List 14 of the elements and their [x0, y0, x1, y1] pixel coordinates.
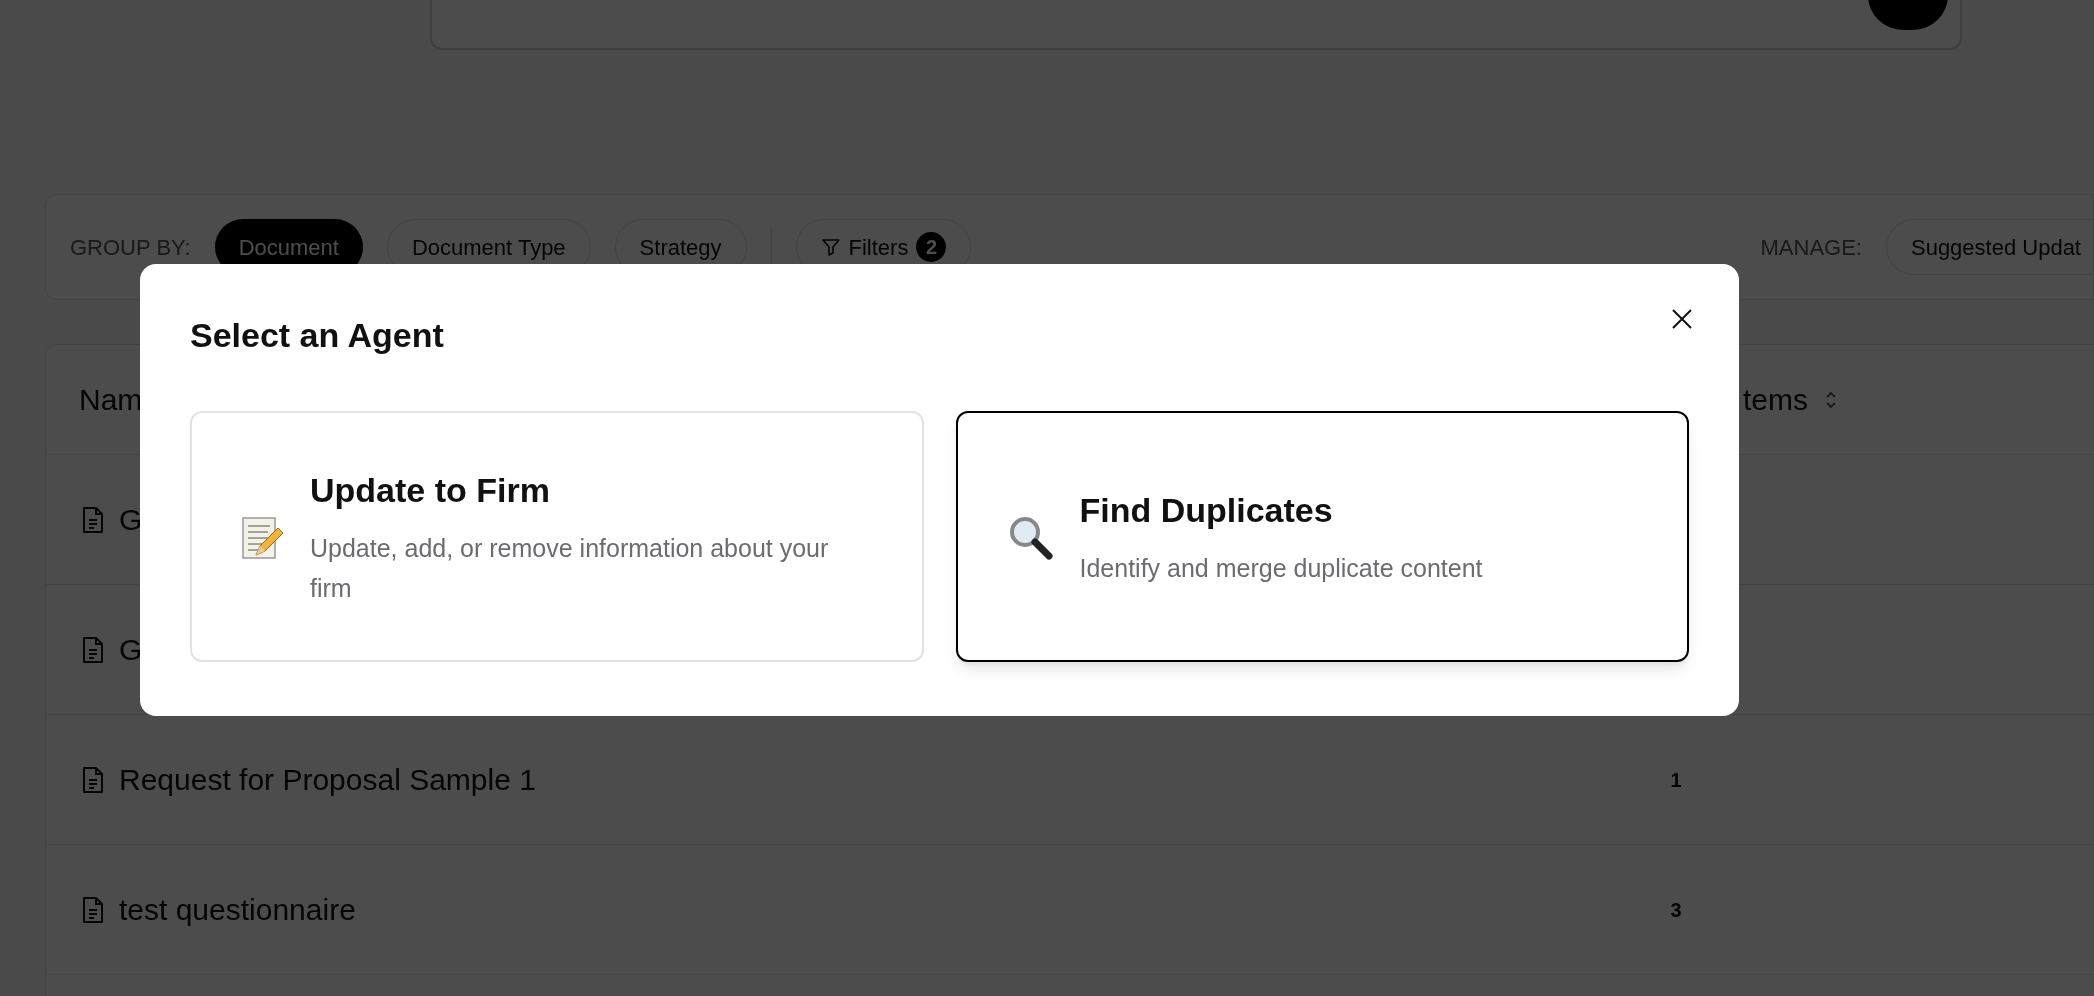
item-count: 3	[1669, 897, 1683, 923]
dialog-title: Select an Agent	[190, 315, 444, 356]
item-count: 1	[1669, 767, 1683, 793]
column-header: Nam	[79, 383, 143, 416]
agent-card[interactable]: Update to Firm Update, add, or remove information about your firm	[190, 411, 924, 662]
document-name: Request for Proposal Sample 1	[119, 762, 536, 798]
agent-title: Find Duplicates	[1079, 490, 1334, 531]
document-name: G	[119, 632, 143, 668]
document-name: test questionnaire	[119, 892, 356, 928]
agent-card[interactable]: Find Duplicates Identify and merge duplicate content	[955, 411, 1689, 662]
document-name: G	[119, 502, 143, 538]
agent-title: Update to Firm	[310, 470, 551, 511]
agent-description: Identify and merge duplicate content	[1079, 553, 1483, 584]
agent-description: Update, add, or remove information about your firm	[310, 533, 830, 604]
